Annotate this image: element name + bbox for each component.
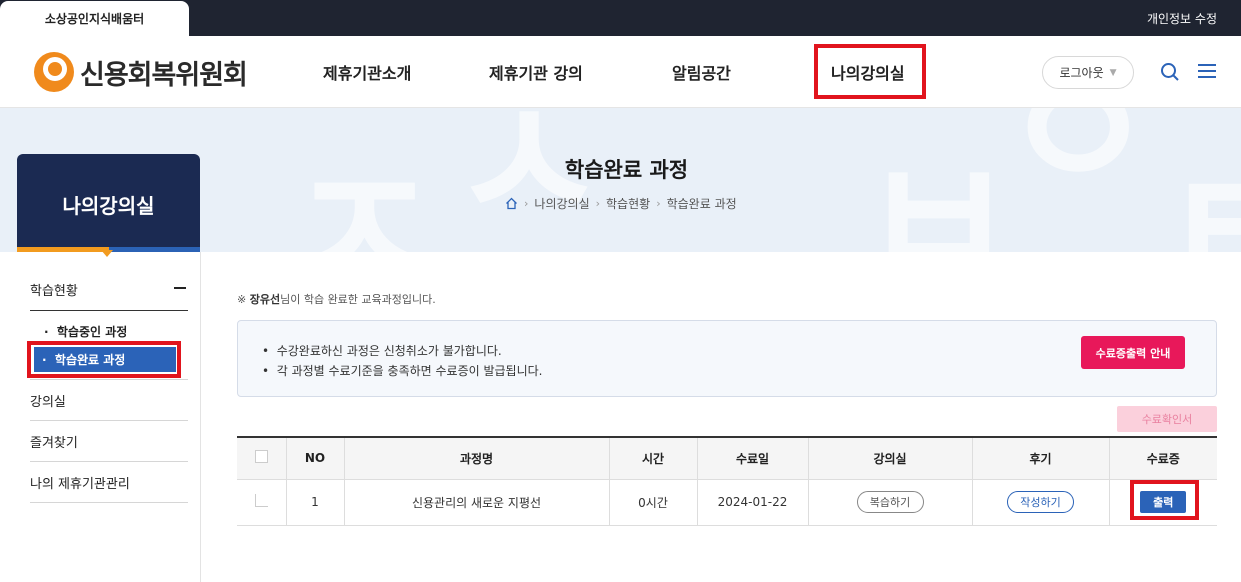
notice-text: 님이 학습 완료한 교육과정입니다.	[280, 293, 436, 306]
sidebar-title: 나의강의실	[62, 194, 155, 218]
logout-label: 로그아웃	[1059, 66, 1104, 80]
nav-partner-lectures[interactable]: 제휴기관 강의	[489, 36, 583, 108]
review-lecture-button[interactable]: 복습하기	[856, 491, 924, 513]
write-review-button[interactable]: 작성하기	[1007, 491, 1074, 513]
completed-courses-table: NO 과정명 시간 수료일 강의실 후기 수료증 1 신용관리의 새로운 지평선…	[237, 436, 1217, 526]
select-all-cell	[237, 436, 286, 480]
breadcrumb: › 나의강의실 › 학습현황 › 학습완료 과정	[505, 195, 737, 212]
row-date: 2024-01-22	[696, 479, 808, 526]
breadcrumb-item[interactable]: 학습완료 과정	[667, 195, 737, 212]
info-line-text: 각 과정별 수료기준을 충족하면 수료증이 발급됩니다.	[276, 364, 543, 378]
sidebar-panel	[17, 252, 201, 582]
info-line: • 각 과정별 수료기준을 충족하면 수료증이 발급됩니다.	[262, 364, 543, 378]
nav-partner-intro[interactable]: 제휴기관소개	[323, 36, 411, 108]
divider	[30, 310, 188, 311]
sidebar-item-favorites[interactable]: 즐겨찾기	[30, 432, 78, 451]
highlight-box	[1130, 480, 1199, 520]
logo-mark-icon	[34, 52, 74, 92]
sidebar-subitem-in-progress[interactable]: · 학습중인 과정	[44, 323, 127, 340]
divider	[30, 502, 188, 503]
sidebar-item-partner-mgmt[interactable]: 나의 제휴기관관리	[30, 473, 130, 492]
certificate-guide-button[interactable]: 수료증출력 안내	[1081, 336, 1185, 369]
divider	[30, 379, 188, 380]
nav-notices[interactable]: 알림공간	[672, 36, 731, 108]
site-tab[interactable]: 소상공인지식배움터	[0, 1, 189, 36]
search-icon[interactable]	[1160, 62, 1180, 82]
divider	[30, 461, 188, 462]
row-course-name: 신용관리의 새로운 지평선	[343, 479, 609, 526]
row-no: 1	[285, 479, 344, 526]
highlight-box	[814, 44, 926, 99]
sidebar-subitem-label: 학습중인 과정	[56, 325, 128, 339]
divider	[30, 420, 188, 421]
select-all-checkbox[interactable]	[254, 450, 268, 464]
col-header-date: 수료일	[696, 436, 808, 480]
col-header-certificate: 수료증	[1108, 436, 1217, 480]
table-row: 1 신용관리의 새로운 지평선 0시간 2024-01-22 복습하기 작성하기…	[237, 479, 1217, 526]
col-header-no: NO	[285, 436, 344, 480]
highlight-box	[27, 341, 181, 378]
user-name: 장유선	[249, 293, 281, 306]
info-line: • 수강완료하신 과정은 신청취소가 불가합니다.	[262, 344, 502, 358]
col-header-time: 시간	[608, 436, 697, 480]
hamburger-menu-icon[interactable]	[1198, 63, 1216, 79]
sidebar-item-learning-status[interactable]: 학습현황	[30, 280, 78, 299]
sidebar-header: 나의강의실	[17, 154, 200, 252]
completion-confirmation-button[interactable]: 수료확인서	[1117, 406, 1217, 432]
collapse-minus-icon[interactable]	[174, 287, 186, 289]
logout-button[interactable]: 로그아웃 ▼	[1042, 56, 1134, 89]
row-checkbox[interactable]	[254, 494, 268, 507]
col-header-course: 과정명	[343, 436, 609, 480]
completion-notice: ※ 장유선님이 학습 완료한 교육과정입니다.	[237, 291, 436, 307]
chevron-right-icon: ›	[595, 197, 601, 210]
breadcrumb-item[interactable]: 학습현황	[606, 195, 650, 212]
chevron-right-icon: ›	[656, 197, 661, 210]
row-classroom-cell: 복습하기	[807, 479, 972, 526]
breadcrumb-item[interactable]: 나의강의실	[534, 195, 589, 212]
info-line-text: 수강완료하신 과정은 신청취소가 불가합니다.	[276, 344, 502, 358]
home-icon[interactable]	[505, 197, 518, 210]
logo-text: 신용회복위원회	[80, 59, 248, 91]
info-box: • 수강완료하신 과정은 신청취소가 불가합니다. • 각 과정별 수료기준을 …	[237, 320, 1217, 397]
bullet-icon: ※	[237, 293, 250, 306]
chevron-right-icon: ›	[524, 197, 529, 210]
privacy-edit-link[interactable]: 개인정보 수정	[1147, 10, 1217, 27]
row-review-cell: 작성하기	[971, 479, 1109, 526]
logo[interactable]: 신용회복위원회	[34, 52, 248, 92]
table-header-row: NO 과정명 시간 수료일 강의실 후기 수료증	[237, 436, 1217, 480]
col-header-review: 후기	[971, 436, 1109, 480]
caret-down-icon: ▼	[1109, 67, 1117, 78]
row-select-cell	[237, 479, 286, 526]
col-header-classroom: 강의실	[807, 436, 972, 480]
top-bar: 소상공인지식배움터 개인정보 수정	[0, 0, 1241, 36]
header: 신용회복위원회 제휴기관소개 제휴기관 강의 알림공간 나의강의실 로그아웃 ▼	[0, 36, 1241, 108]
sidebar-item-classroom[interactable]: 강의실	[30, 391, 66, 410]
row-time: 0시간	[608, 479, 697, 526]
